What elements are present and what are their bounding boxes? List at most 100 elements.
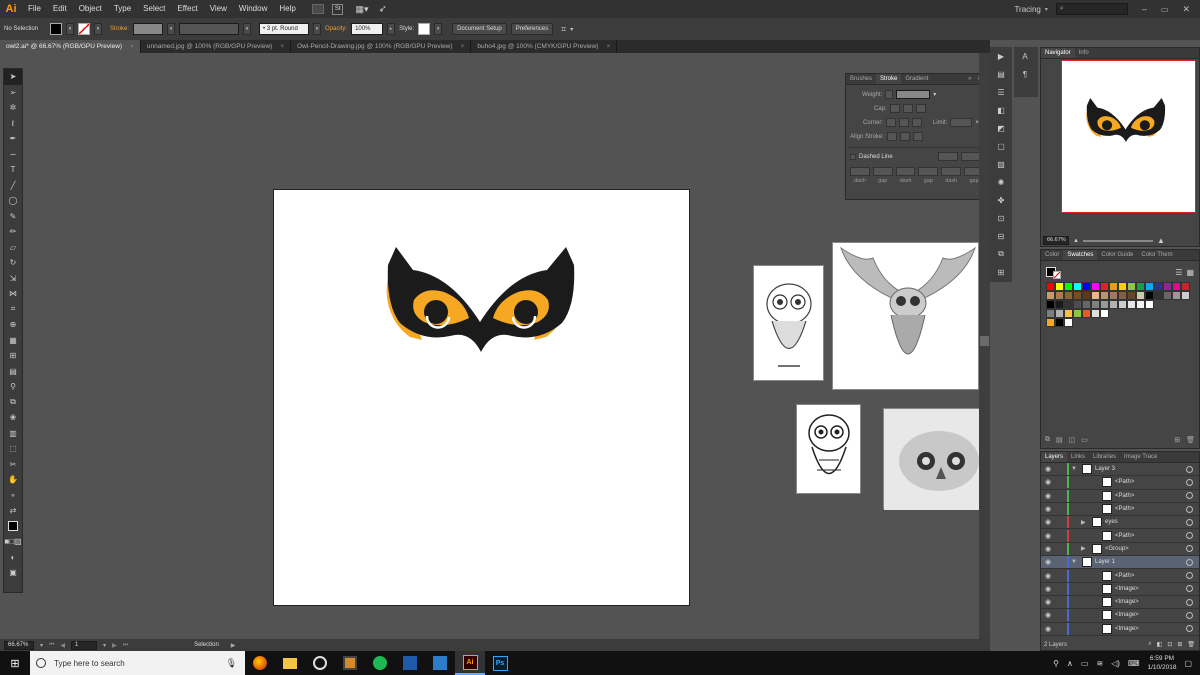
tab-links[interactable]: Links: [1067, 452, 1089, 462]
opacity-dropdown[interactable]: ▸: [387, 23, 396, 35]
screen-mode-icon[interactable]: ▣: [4, 565, 22, 581]
menu-window[interactable]: Window: [233, 0, 273, 18]
delete-swatch-icon[interactable]: 🗑: [1186, 436, 1195, 444]
swatch[interactable]: [1181, 282, 1190, 291]
target-circle-icon[interactable]: [1186, 478, 1193, 486]
navigator-view-frame[interactable]: [1061, 60, 1196, 213]
layer-row[interactable]: ◉ <Path>: [1041, 489, 1199, 503]
file-explorer-icon[interactable]: [275, 651, 305, 675]
artboard[interactable]: [273, 189, 690, 606]
swatch[interactable]: [1154, 291, 1163, 300]
swatch[interactable]: [1118, 291, 1127, 300]
expand-triangle-icon[interactable]: ▼: [1071, 466, 1079, 472]
visibility-eye-icon[interactable]: ◉: [1041, 532, 1055, 540]
symbols-panel-icon[interactable]: ✺: [990, 173, 1012, 191]
stock-badge[interactable]: St: [331, 3, 344, 15]
swatch[interactable]: [1172, 291, 1181, 300]
transparency-panel-icon[interactable]: ◩: [990, 119, 1012, 137]
visibility-eye-icon[interactable]: ◉: [1041, 611, 1055, 619]
tab-brushes[interactable]: Brushes: [846, 74, 876, 84]
swatch[interactable]: [1145, 291, 1154, 300]
swatch[interactable]: [1073, 291, 1082, 300]
align-inside-button[interactable]: [900, 132, 911, 141]
dash-field-1[interactable]: [850, 167, 870, 176]
round-cap-button[interactable]: [902, 104, 913, 113]
expand-triangle-icon[interactable]: ▶: [1081, 519, 1089, 526]
target-circle-icon[interactable]: [1186, 558, 1193, 566]
variable-width-field[interactable]: [179, 23, 240, 35]
delete-layer-icon[interactable]: 🗑: [1187, 641, 1195, 648]
visibility-eye-icon[interactable]: ◉: [1041, 505, 1055, 513]
zoom-out-icon[interactable]: ▲: [1073, 238, 1079, 244]
visibility-eye-icon[interactable]: ◉: [1041, 545, 1055, 553]
stroke-swatch[interactable]: [78, 23, 91, 35]
align-outside-button[interactable]: [913, 132, 924, 141]
swatch[interactable]: [1136, 300, 1145, 309]
paintbrush-tool[interactable]: ✎: [4, 209, 22, 225]
curvature-tool[interactable]: ∽: [4, 147, 22, 163]
graphic-style-swatch[interactable]: [418, 23, 431, 35]
reference-image-owl-wings[interactable]: [832, 242, 979, 390]
menu-effect[interactable]: Effect: [171, 0, 203, 18]
first-artboard-icon[interactable]: ⏮: [49, 642, 54, 649]
layer-name[interactable]: <Image>: [1115, 586, 1139, 592]
round-join-button[interactable]: [899, 118, 910, 127]
fill-swatch[interactable]: [50, 23, 63, 35]
photoshop-taskbar-icon[interactable]: Ps: [485, 651, 515, 675]
new-swatch-icon[interactable]: ⊞: [1174, 436, 1180, 444]
swatch[interactable]: [1109, 291, 1118, 300]
photo-app-icon[interactable]: [335, 651, 365, 675]
swatch[interactable]: [1100, 300, 1109, 309]
close-icon[interactable]: ×: [280, 40, 284, 53]
tab-info[interactable]: Info: [1075, 48, 1093, 58]
swatch[interactable]: [1064, 309, 1073, 318]
windows-start-icon[interactable]: ⊞: [0, 651, 30, 675]
reference-image-owl-sketch[interactable]: [753, 265, 824, 381]
tab-owl2[interactable]: owl2.ai* @ 66.67% (RGB/GPU Preview) ×: [0, 40, 141, 53]
chevron-down-icon[interactable]: ▾: [1045, 6, 1048, 13]
tab-gradient[interactable]: Gradient: [901, 74, 932, 84]
swatch[interactable]: [1055, 318, 1064, 327]
close-icon[interactable]: ×: [130, 40, 134, 53]
layer-row[interactable]: ◉ <Image>: [1041, 622, 1199, 636]
workspace-switcher[interactable]: Tracing: [1014, 5, 1040, 14]
dash-field-3[interactable]: [941, 167, 962, 176]
layer-row[interactable]: ◉ <Path>: [1041, 503, 1199, 517]
visibility-eye-icon[interactable]: ◉: [1041, 478, 1055, 486]
expand-triangle-icon[interactable]: ▶: [1081, 545, 1089, 552]
swatch[interactable]: [1082, 282, 1091, 291]
layer-row[interactable]: ◉ ▶ <Group>: [1041, 542, 1199, 557]
spotify-icon[interactable]: [365, 651, 395, 675]
swatch[interactable]: [1154, 282, 1163, 291]
swatch[interactable]: [1064, 300, 1073, 309]
swatch[interactable]: [1163, 291, 1172, 300]
swatch[interactable]: [1055, 282, 1064, 291]
opacity-label[interactable]: Opacity:: [325, 26, 347, 32]
layer-name[interactable]: <Image>: [1115, 612, 1139, 618]
transform-panel-icon[interactable]: ⊡: [990, 209, 1012, 227]
target-circle-icon[interactable]: [1186, 625, 1193, 633]
mesh-tool[interactable]: ⊞: [4, 348, 22, 364]
shape-builder-tool[interactable]: ⊕: [4, 317, 22, 333]
rotate-tool[interactable]: ↻: [4, 255, 22, 271]
menu-type[interactable]: Type: [108, 0, 137, 18]
wifi-icon[interactable]: ≋: [1096, 659, 1103, 668]
tab-buho4[interactable]: buho4.jpg @ 100% (CMYK/GPU Preview) ×: [471, 40, 618, 53]
app-icon[interactable]: [425, 651, 455, 675]
zoom-slider[interactable]: [1082, 239, 1153, 242]
appearance-panel-icon[interactable]: ▢: [990, 137, 1012, 155]
new-sublayer-icon[interactable]: ⊡: [1167, 641, 1172, 648]
tab-owl-pencil[interactable]: Owl-Pencil-Drawing.jpg @ 100% (RGB/GPU P…: [291, 40, 472, 53]
layer-name[interactable]: Layer 3: [1095, 466, 1115, 472]
grid-view-icon[interactable]: ▦: [1186, 268, 1194, 277]
brushes-panel-icon[interactable]: ✤: [990, 191, 1012, 209]
target-circle-icon[interactable]: [1186, 611, 1193, 619]
layer-name[interactable]: Layer 1: [1095, 559, 1115, 565]
gpu-rocket-icon[interactable]: ➶: [379, 4, 387, 15]
layer-name[interactable]: <Path>: [1115, 493, 1134, 499]
swatch[interactable]: [1100, 309, 1109, 318]
layer-row[interactable]: ◉ <Path>: [1041, 569, 1199, 583]
restore-button[interactable]: ▭: [1161, 5, 1169, 14]
swatch-options-icon[interactable]: ◫: [1069, 436, 1076, 444]
weight-field[interactable]: [896, 90, 931, 99]
